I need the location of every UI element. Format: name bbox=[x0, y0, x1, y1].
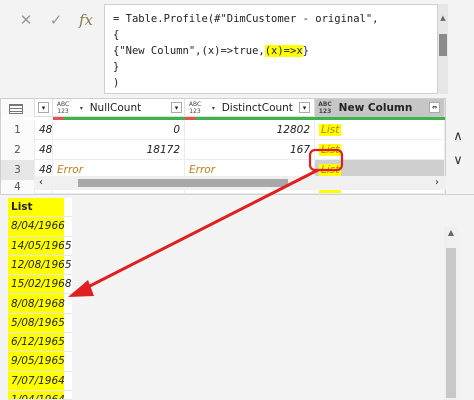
annotation-arrowhead bbox=[68, 280, 94, 297]
annotation-arrow-line bbox=[81, 168, 319, 292]
highlight-circle bbox=[308, 148, 344, 172]
annotation-overlay bbox=[68, 148, 344, 297]
